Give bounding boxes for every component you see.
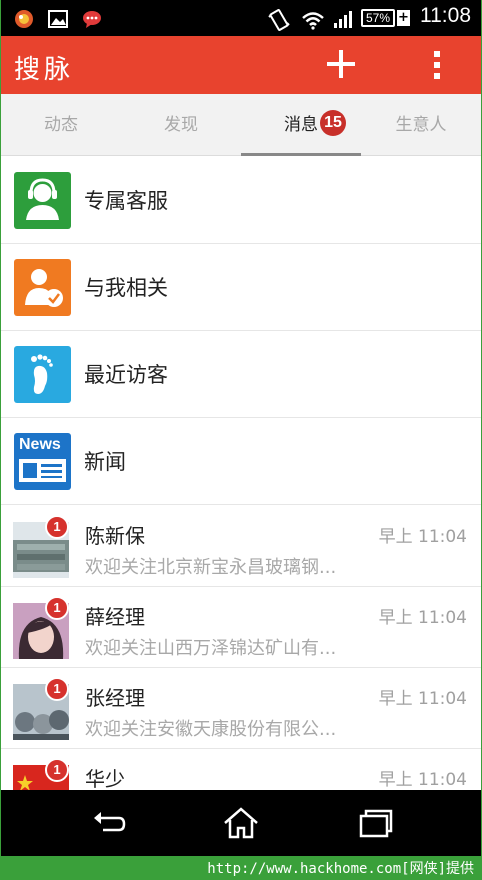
person-check-icon	[14, 259, 71, 316]
unread-count-badge: 1	[45, 515, 69, 539]
recent-apps-icon[interactable]	[355, 804, 395, 842]
list-item-label: 专属客服	[84, 189, 168, 213]
contact-name: 薛经理	[85, 605, 145, 629]
contact-name: 华少	[85, 767, 125, 791]
news-icon-text: News	[19, 436, 61, 453]
list-item-label: 最近访客	[84, 363, 168, 387]
app-bar: 搜脉	[1, 36, 481, 94]
tab-business-people[interactable]: 生意人	[361, 94, 481, 156]
list-item-contact[interactable]: 1 张经理 早上 11:04 欢迎关注安徽天康股份有限公...	[1, 668, 481, 749]
message-time: 早上 11:04	[378, 689, 467, 709]
unread-count-badge: 1	[45, 677, 69, 701]
battery-charging-indicator: +	[397, 10, 410, 26]
signal-icon	[333, 9, 355, 33]
more-vertical-icon[interactable]	[425, 49, 449, 81]
home-icon[interactable]	[221, 804, 261, 842]
contact-name: 陈新保	[85, 524, 145, 548]
back-icon[interactable]	[89, 804, 129, 842]
list-item-contact[interactable]: 1 薛经理 早上 11:04 欢迎关注山西万泽锦达矿山有...	[1, 587, 481, 668]
contact-name: 张经理	[85, 686, 145, 710]
tab-discover[interactable]: 发现	[121, 94, 241, 156]
tab-feed[interactable]: 动态	[1, 94, 121, 156]
unread-badge: 15	[320, 110, 346, 136]
tab-messages[interactable]: 消息 15	[241, 94, 361, 156]
app-title: 搜脉	[14, 55, 75, 85]
gallery-icon	[47, 9, 69, 33]
unread-count-badge: 1	[45, 596, 69, 620]
customer-service-icon	[14, 172, 71, 229]
list-item-related-to-me[interactable]: 与我相关	[1, 244, 481, 331]
list-item-customer-service[interactable]: 专属客服	[1, 157, 481, 244]
watermark-footer: http://www.hackhome.com[网侠]提供	[0, 856, 482, 880]
footprint-icon	[14, 346, 71, 403]
tab-label: 消息	[284, 115, 318, 135]
system-navigation-bar	[1, 790, 481, 856]
tab-label: 发现	[164, 115, 198, 135]
message-time: 早上 11:04	[378, 527, 467, 547]
plus-icon[interactable]	[324, 47, 358, 81]
wifi-icon	[301, 9, 325, 35]
message-preview: 欢迎关注北京新宝永昌玻璃钢...	[85, 557, 337, 578]
phone-screen: 57% + 11:08 搜脉 动态 发现 消息 15 生意人 专属客服 与我相关	[1, 0, 481, 856]
tab-label: 生意人	[395, 115, 447, 135]
list-item-news[interactable]: News 新闻	[1, 418, 481, 505]
tab-label: 动态	[44, 115, 78, 135]
chat-bubble-icon	[81, 9, 103, 33]
list-item-label: 新闻	[84, 450, 126, 474]
game-app-icon	[13, 9, 35, 33]
unread-count-badge: 1	[45, 758, 69, 782]
list-item-label: 与我相关	[84, 276, 168, 300]
battery-icon: 57%	[361, 9, 395, 27]
message-time: 早上 11:04	[378, 608, 467, 628]
message-preview: 欢迎关注安徽天康股份有限公...	[85, 719, 337, 740]
watermark-url: http://www.hackhome.com[网侠]提供	[207, 861, 474, 877]
tab-bar: 动态 发现 消息 15 生意人	[1, 94, 481, 156]
list-item-recent-visitors[interactable]: 最近访客	[1, 331, 481, 418]
news-icon: News	[14, 433, 71, 490]
vibrate-icon	[267, 9, 291, 35]
active-tab-indicator	[241, 153, 361, 156]
message-preview: 欢迎关注山西万泽锦达矿山有...	[85, 638, 337, 659]
message-time: 早上 11:04	[378, 770, 467, 790]
battery-percent: 57%	[365, 11, 391, 25]
list-item-contact[interactable]: 1 陈新保 早上 11:04 欢迎关注北京新宝永昌玻璃钢...	[1, 506, 481, 587]
status-bar: 57% + 11:08	[1, 0, 481, 36]
status-time: 11:08	[420, 4, 471, 27]
